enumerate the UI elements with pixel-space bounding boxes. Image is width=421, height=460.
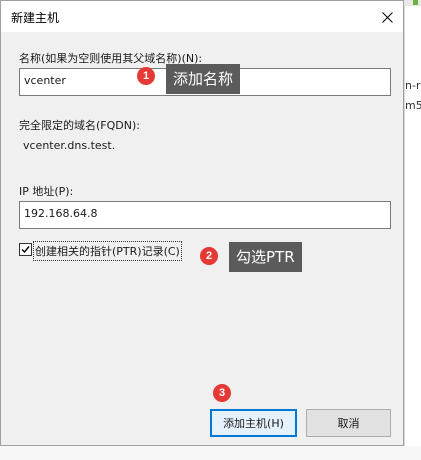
- checkmark-icon: [21, 246, 30, 254]
- ptr-checkbox[interactable]: [19, 243, 32, 256]
- close-button[interactable]: [372, 3, 402, 31]
- dialog-title: 新建主机: [11, 11, 60, 25]
- background-green-icon: [413, 0, 418, 5]
- step2-badge: 2: [200, 247, 218, 265]
- background-text-1: n-rv: [405, 79, 421, 92]
- add-host-button[interactable]: 添加主机(H): [210, 409, 297, 437]
- background-text-2: m5c: [405, 99, 421, 112]
- fqdn-value: vcenter.dns.test.: [23, 139, 116, 152]
- step1-badge: 1: [137, 67, 155, 85]
- dialog-titlebar: 新建主机: [1, 1, 403, 32]
- fqdn-label: 完全限定的域名(FQDN):: [19, 119, 140, 132]
- cancel-button[interactable]: 取消: [306, 409, 391, 437]
- close-icon: [381, 11, 393, 23]
- background-bottom: [0, 446, 421, 460]
- background-window: [404, 0, 421, 460]
- ip-input[interactable]: 192.168.64.8: [19, 201, 391, 229]
- ptr-checkbox-label[interactable]: 创建相关的指针(PTR)记录(C): [33, 241, 182, 261]
- step1-callout: 添加名称: [166, 64, 241, 94]
- ip-label: IP 地址(P):: [19, 185, 74, 198]
- step3-badge: 3: [213, 384, 231, 402]
- step2-callout: 勾选PTR: [229, 242, 302, 272]
